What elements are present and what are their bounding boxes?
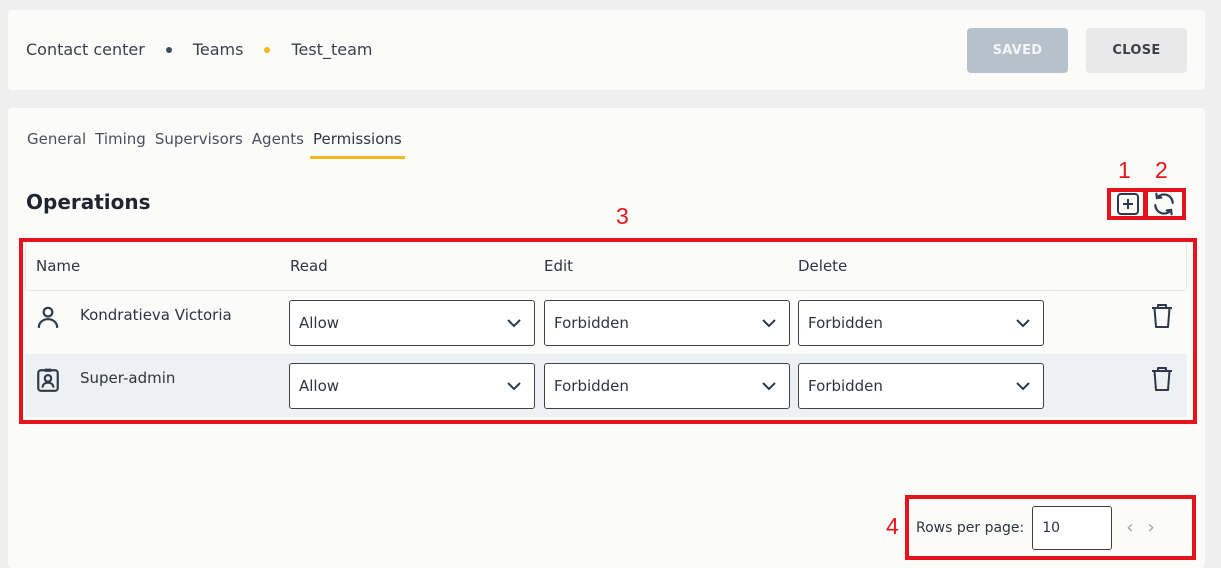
breadcrumb-teams[interactable]: Teams — [193, 40, 244, 59]
tab-supervisors[interactable]: Supervisors — [155, 130, 243, 158]
section-title: Operations — [26, 190, 151, 214]
breadcrumb-separator-dot — [165, 46, 172, 53]
annotation-box-1 — [1107, 188, 1147, 220]
close-button[interactable]: CLOSE — [1086, 28, 1187, 73]
tab-permissions[interactable]: Permissions — [310, 130, 405, 159]
annotation-box-3 — [19, 238, 1197, 424]
tab-timing[interactable]: Timing — [95, 130, 146, 158]
tab-general[interactable]: General — [27, 130, 86, 158]
annotation-label-4: 4 — [886, 513, 899, 539]
saved-button[interactable]: SAVED — [967, 28, 1068, 73]
annotation-label-1: 1 — [1118, 157, 1131, 183]
tab-agents[interactable]: Agents — [252, 130, 304, 158]
annotation-box-2 — [1144, 188, 1186, 220]
annotation-label-3: 3 — [616, 203, 629, 229]
annotation-box-4 — [905, 495, 1196, 560]
tab-bar: General Timing Supervisors Agents Permis… — [27, 130, 411, 159]
header-card: Contact center Teams Test_team SAVED CLO… — [8, 10, 1205, 90]
breadcrumb-contact-center[interactable]: Contact center — [26, 40, 145, 59]
breadcrumb-current: Test_team — [291, 40, 373, 59]
breadcrumb-separator-dot — [264, 46, 271, 53]
breadcrumb: Contact center Teams Test_team — [26, 40, 372, 59]
annotation-label-2: 2 — [1155, 157, 1168, 183]
